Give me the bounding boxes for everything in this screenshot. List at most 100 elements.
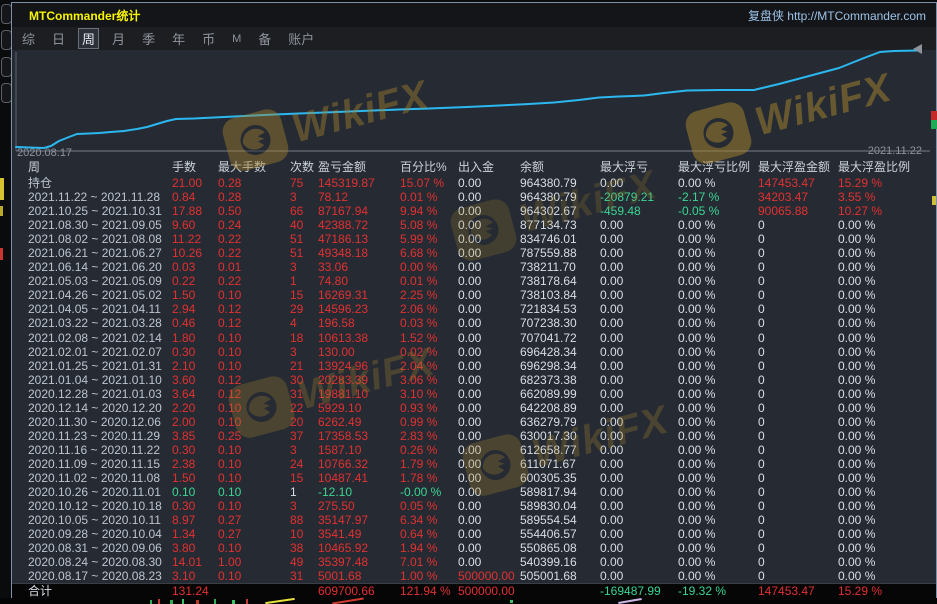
column-header[interactable]: 最大浮亏 <box>600 159 678 176</box>
menu-tab-季[interactable]: 季 <box>138 28 159 49</box>
cell: 2021.02.08 ~ 2021.02.14 <box>28 331 172 345</box>
x-axis-start-label: 2020.08.17 <box>17 147 72 159</box>
cell: 3.55 % <box>838 190 936 204</box>
column-header[interactable]: 最大浮盈比例 <box>838 159 936 176</box>
cell: 2020.11.09 ~ 2020.11.15 <box>28 457 172 471</box>
cell: 0.00 <box>458 457 520 471</box>
window-title: MTCommander统计 <box>12 7 140 24</box>
cell: 3 <box>290 345 318 359</box>
menu-tab-备[interactable]: 备 <box>254 28 275 49</box>
cell: 0.00 % <box>838 331 936 345</box>
column-header[interactable]: 余额 <box>520 159 600 176</box>
table-row[interactable]: 2021.11.22 ~ 2021.11.280.840.28378.120.0… <box>12 190 936 204</box>
table-row[interactable]: 2020.09.28 ~ 2020.10.041.340.27103541.49… <box>12 527 936 541</box>
cell: 0.50 <box>218 204 290 218</box>
table-row[interactable]: 2020.10.26 ~ 2020.11.010.100.101-12.10-0… <box>12 485 936 499</box>
cell: 0.01 % <box>400 190 458 204</box>
cell: 35397.48 <box>318 555 400 569</box>
cell: 554406.57 <box>520 527 600 541</box>
menu-tab-币[interactable]: 币 <box>198 28 219 49</box>
menu-tab-M[interactable]: M <box>228 32 245 46</box>
menu-tab-月[interactable]: 月 <box>108 28 129 49</box>
column-header[interactable]: 手数 <box>172 159 218 176</box>
menu-tab-年[interactable]: 年 <box>168 28 189 49</box>
table-row[interactable]: 2020.11.16 ~ 2020.11.220.300.1031587.100… <box>12 443 936 457</box>
table-row[interactable]: 2020.10.05 ~ 2020.10.118.970.278835147.9… <box>12 513 936 527</box>
column-header[interactable]: 盈亏金额 <box>318 159 400 176</box>
table-row[interactable]: 2020.11.23 ~ 2020.11.293.850.253717358.5… <box>12 429 936 443</box>
table-row[interactable]: 2021.10.25 ~ 2021.10.3117.880.506687167.… <box>12 204 936 218</box>
menu-tab-周[interactable]: 周 <box>78 28 99 49</box>
column-header[interactable]: 百分比% <box>400 159 458 176</box>
column-header[interactable]: 周 <box>28 159 172 176</box>
cell: 2.20 <box>172 401 218 415</box>
table-row[interactable]: 2021.06.14 ~ 2021.06.200.030.01333.060.0… <box>12 260 936 274</box>
table-row[interactable]: 2021.02.08 ~ 2021.02.141.800.101810613.3… <box>12 331 936 345</box>
cell: 10465.92 <box>318 541 400 555</box>
cell: 0.10 <box>218 457 290 471</box>
cell: 0.22 <box>172 274 218 288</box>
column-header[interactable]: 最大浮亏比例 <box>678 159 758 176</box>
cell: 51 <box>290 246 318 260</box>
cell: 49348.18 <box>318 246 400 260</box>
menu-tab-综[interactable]: 综 <box>18 28 39 49</box>
table-row[interactable]: 2021.01.04 ~ 2021.01.103.600.123020283.3… <box>12 373 936 387</box>
cell: 0.00 <box>458 345 520 359</box>
menu-tab-日[interactable]: 日 <box>48 28 69 49</box>
cell: 0.10 <box>218 485 290 499</box>
cell: 0.27 <box>218 513 290 527</box>
column-header[interactable]: 出入金 <box>458 159 520 176</box>
table-row[interactable]: 2021.01.25 ~ 2021.01.312.100.102113924.9… <box>12 359 936 373</box>
cell: 0.00 <box>600 415 678 429</box>
cell: 0 <box>758 429 838 443</box>
cell: 0 <box>758 373 838 387</box>
table-row[interactable]: 2020.08.31 ~ 2020.09.063.800.103810465.9… <box>12 541 936 555</box>
table-row[interactable]: 2020.11.02 ~ 2020.11.081.500.101510487.4… <box>12 471 936 485</box>
cell: 0.00 <box>458 443 520 457</box>
cell: 2.38 <box>172 457 218 471</box>
cell: 14.01 <box>172 555 218 569</box>
table-row[interactable]: 2020.11.09 ~ 2020.11.152.380.102410766.3… <box>12 457 936 471</box>
cell: 0.00 <box>458 527 520 541</box>
title-bar[interactable]: MTCommander统计 复盘侠 http://MTCommander.com <box>12 3 936 27</box>
cell: 0.00 <box>458 274 520 288</box>
cell: 0.00 % <box>838 485 936 499</box>
cell: 0.00 <box>600 345 678 359</box>
brand-link[interactable]: 复盘侠 http://MTCommander.com <box>748 7 936 24</box>
table-row[interactable]: 2021.05.03 ~ 2021.05.090.220.22174.800.0… <box>12 274 936 288</box>
cell: 0.10 <box>218 541 290 555</box>
cell: 540399.16 <box>520 555 600 569</box>
table-row[interactable]: 2020.12.14 ~ 2020.12.202.200.10225929.10… <box>12 401 936 415</box>
cell: 0.12 <box>218 387 290 401</box>
table-row[interactable]: 持仓21.000.2875145319.8715.07 %0.00964380.… <box>12 176 936 190</box>
cell: 0.00 % <box>678 443 758 457</box>
equity-chart: 2020.08.17 2021.11.22 <box>12 50 936 159</box>
cell: 0.00 <box>600 555 678 569</box>
table-row[interactable]: 2021.04.26 ~ 2021.05.021.500.101516269.3… <box>12 288 936 302</box>
column-header[interactable]: 最大手数 <box>218 159 290 176</box>
table-row[interactable]: 2021.02.01 ~ 2021.02.070.300.103130.000.… <box>12 345 936 359</box>
cell: 834746.01 <box>520 232 600 246</box>
column-header[interactable]: 最大浮盈金额 <box>758 159 838 176</box>
table-row[interactable]: 2021.03.22 ~ 2021.03.280.460.124196.580.… <box>12 316 936 330</box>
table-row[interactable]: 2020.10.12 ~ 2020.10.180.300.103275.500.… <box>12 499 936 513</box>
cell: 31 <box>290 387 318 401</box>
cell: 1.52 % <box>400 331 458 345</box>
table-row[interactable]: 2021.08.02 ~ 2021.08.0811.220.225147186.… <box>12 232 936 246</box>
menu-tab-账户[interactable]: 账户 <box>284 28 318 49</box>
column-header[interactable]: 次数 <box>290 159 318 176</box>
table-row[interactable]: 2020.08.24 ~ 2020.08.3014.011.004935397.… <box>12 555 936 569</box>
table-row[interactable]: 2020.08.17 ~ 2020.08.233.100.10315001.68… <box>12 569 936 583</box>
chart-end-marker-icon <box>913 44 922 54</box>
table-row[interactable]: 2021.06.21 ~ 2021.06.2710.260.225149348.… <box>12 246 936 260</box>
table-row[interactable]: 2021.08.30 ~ 2021.09.059.600.244042388.7… <box>12 218 936 232</box>
cell: 3 <box>290 260 318 274</box>
table-row[interactable]: 2020.11.30 ~ 2020.12.062.000.10206262.49… <box>12 415 936 429</box>
cell: 持仓 <box>28 176 172 190</box>
cell: 550865.08 <box>520 541 600 555</box>
cell: 2.10 <box>172 359 218 373</box>
cell: 2020.08.31 ~ 2020.09.06 <box>28 541 172 555</box>
table-row[interactable]: 2020.12.28 ~ 2021.01.033.640.123119881.1… <box>12 387 936 401</box>
cell: 2020.11.23 ~ 2020.11.29 <box>28 429 172 443</box>
table-row[interactable]: 2021.04.05 ~ 2021.04.112.940.122914596.2… <box>12 302 936 316</box>
